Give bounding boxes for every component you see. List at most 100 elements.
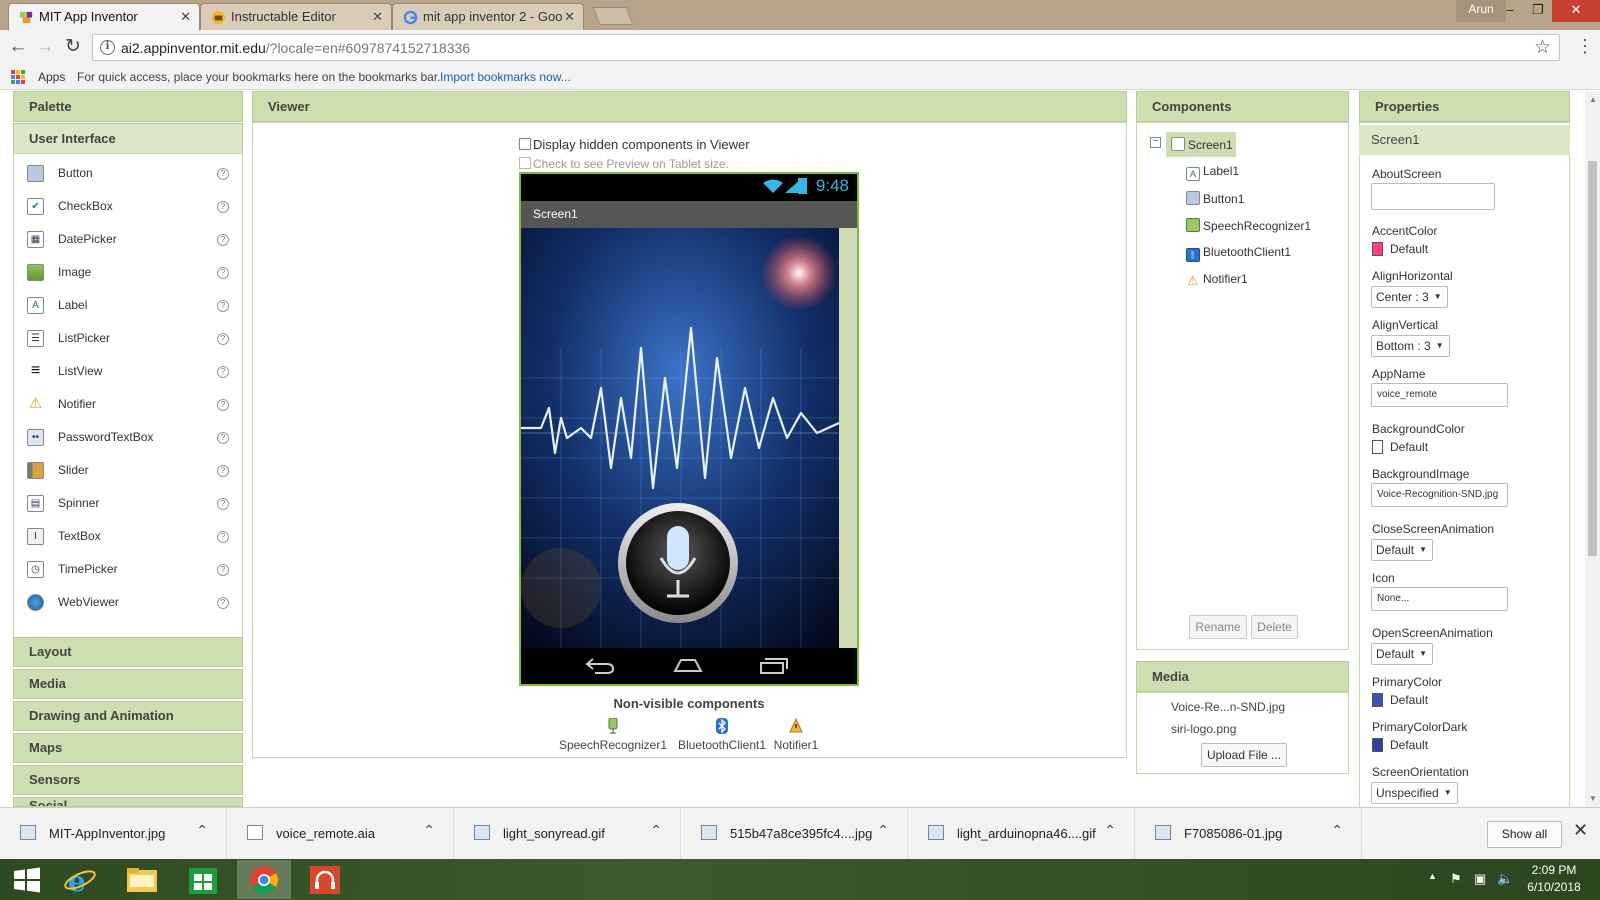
palette-item-label[interactable]: A Label ? bbox=[14, 289, 242, 322]
taskbar-headphones-app[interactable] bbox=[298, 860, 352, 899]
palette-item-notifier[interactable]: ⚠ Notifier ? bbox=[14, 388, 242, 421]
palette-item-datepicker[interactable]: ▦ DatePicker ? bbox=[14, 223, 242, 256]
url-text[interactable]: ai2.appinventor.mit.edu/?locale=en#60978… bbox=[121, 40, 470, 56]
palette-item-listview[interactable]: ≡ ListView ? bbox=[14, 355, 242, 388]
nonvisible-bluetoothclient[interactable]: BluetoothClient1 bbox=[672, 718, 772, 752]
url-field[interactable]: i ai2.appinventor.mit.edu/?locale=en#609… bbox=[92, 34, 1560, 61]
primarycolordark-picker[interactable]: Default bbox=[1372, 738, 1428, 752]
tab-close-icon[interactable]: ✕ bbox=[180, 4, 191, 30]
closescreenanimation-select[interactable]: Default ▼ bbox=[1371, 539, 1434, 561]
forward-arrow-icon[interactable]: → bbox=[33, 35, 57, 59]
help-icon[interactable]: ? bbox=[217, 564, 229, 576]
checkbox-square[interactable] bbox=[519, 157, 531, 169]
download-item[interactable]: F7085086-01.jpg ⌃ bbox=[1135, 808, 1362, 860]
alignhorizontal-select[interactable]: Center : 3 ▼ bbox=[1371, 286, 1448, 308]
minimize-icon[interactable]: – bbox=[1496, 0, 1524, 22]
close-downloads-icon[interactable]: ✕ bbox=[1573, 820, 1588, 841]
scroll-up-icon[interactable]: ▲ bbox=[1589, 95, 1597, 104]
openscreenanimation-select[interactable]: Default ▼ bbox=[1371, 643, 1434, 665]
taskbar-internet-explorer[interactable]: e bbox=[54, 860, 108, 899]
tab-instructable-editor[interactable]: Instructable Editor ✕ bbox=[200, 3, 392, 30]
action-center-flag-icon[interactable]: ⚑ bbox=[1450, 871, 1462, 887]
palette-item-slider[interactable]: Slider ? bbox=[14, 454, 242, 487]
palette-item-passwordtextbox[interactable]: •• PasswordTextBox ? bbox=[14, 421, 242, 454]
taskbar-store[interactable] bbox=[176, 860, 230, 899]
bookmark-star-icon[interactable]: ☆ bbox=[1534, 36, 1551, 59]
help-icon[interactable]: ? bbox=[217, 465, 229, 477]
download-item[interactable]: MIT-AppInventor.jpg ⌃ bbox=[0, 808, 227, 860]
display-hidden-checkbox[interactable]: Display hidden components in Viewer bbox=[519, 137, 750, 152]
show-all-downloads-button[interactable]: Show all bbox=[1487, 821, 1562, 848]
help-icon[interactable]: ? bbox=[217, 300, 229, 312]
start-button[interactable] bbox=[0, 860, 54, 899]
nonvisible-speechrecognizer[interactable]: SpeechRecognizer1 bbox=[557, 718, 669, 752]
tree-item-speechrecognizer1[interactable]: SpeechRecognizer1 bbox=[1186, 218, 1311, 233]
help-icon[interactable]: ? bbox=[217, 498, 229, 510]
restore-icon[interactable]: ❐ bbox=[1524, 0, 1552, 22]
download-item[interactable]: voice_remote.aia ⌃ bbox=[227, 808, 454, 860]
scroll-down-icon[interactable]: ▼ bbox=[1589, 794, 1597, 803]
recents-nav-icon[interactable] bbox=[759, 655, 789, 675]
tab-google-search[interactable]: mit app inventor 2 - Goo ✕ bbox=[392, 3, 584, 30]
help-icon[interactable]: ? bbox=[217, 201, 229, 213]
network-icon[interactable]: ▣ bbox=[1474, 871, 1486, 887]
help-icon[interactable]: ? bbox=[217, 531, 229, 543]
taskbar-clock[interactable]: 2:09 PM 6/10/2018 bbox=[1520, 862, 1588, 896]
chevron-up-icon[interactable]: ⌃ bbox=[650, 822, 662, 839]
media-file-siri-logo[interactable]: siri-logo.png bbox=[1171, 722, 1236, 736]
upload-file-button[interactable]: Upload File ... bbox=[1201, 743, 1287, 767]
tab-mit-app-inventor[interactable]: MIT App Inventor ✕ bbox=[8, 3, 200, 30]
help-icon[interactable]: ? bbox=[217, 597, 229, 609]
apps-shortcut[interactable]: Apps bbox=[38, 70, 65, 84]
palette-item-textbox[interactable]: I TextBox ? bbox=[14, 520, 242, 553]
chevron-up-icon[interactable]: ⌃ bbox=[1104, 822, 1116, 839]
browser-menu-icon[interactable]: ⋮ bbox=[1576, 36, 1594, 57]
reload-icon[interactable]: ↻ bbox=[61, 35, 85, 59]
palette-item-image[interactable]: Image ? bbox=[14, 256, 242, 289]
tab-close-icon[interactable]: ✕ bbox=[372, 4, 383, 30]
voice-recognition-background-image[interactable] bbox=[521, 228, 839, 648]
palette-group-layout[interactable]: Layout bbox=[13, 637, 243, 667]
taskbar-chrome[interactable] bbox=[237, 860, 291, 899]
help-icon[interactable]: ? bbox=[217, 234, 229, 246]
page-scrollbar[interactable]: ▲ ▼ bbox=[1585, 91, 1600, 807]
import-bookmarks-link[interactable]: Import bookmarks now... bbox=[440, 70, 571, 84]
taskbar-file-explorer[interactable] bbox=[115, 860, 169, 899]
palette-item-timepicker[interactable]: ◷ TimePicker ? bbox=[14, 553, 242, 586]
chevron-up-icon[interactable]: ⌃ bbox=[1331, 822, 1343, 839]
backgroundimage-input[interactable]: Voice-Recognition-SND.jpg bbox=[1371, 483, 1508, 507]
volume-icon[interactable]: 🔈 bbox=[1497, 871, 1513, 887]
tree-item-button1[interactable]: Button1 bbox=[1186, 191, 1244, 206]
info-icon[interactable]: i bbox=[100, 40, 115, 55]
palette-item-webviewer[interactable]: WebViewer ? bbox=[14, 586, 242, 619]
window-close-icon[interactable]: ✕ bbox=[1552, 0, 1600, 22]
help-icon[interactable]: ? bbox=[217, 168, 229, 180]
checkbox-square[interactable] bbox=[519, 138, 531, 150]
tablet-preview-checkbox[interactable]: Check to see Preview on Tablet size. bbox=[519, 157, 729, 171]
tree-item-screen1[interactable]: Screen1 bbox=[1171, 137, 1233, 152]
chevron-up-icon[interactable]: ⌃ bbox=[196, 822, 208, 839]
alignvertical-select[interactable]: Bottom : 3 ▼ bbox=[1371, 335, 1450, 357]
chevron-up-icon[interactable]: ⌃ bbox=[877, 822, 889, 839]
aboutscreen-textarea[interactable] bbox=[1371, 183, 1495, 210]
download-item[interactable]: light_sonyread.gif ⌃ bbox=[454, 808, 681, 860]
back-arrow-icon[interactable]: ← bbox=[6, 35, 30, 59]
help-icon[interactable]: ? bbox=[217, 399, 229, 411]
apps-grid-icon[interactable] bbox=[11, 70, 25, 84]
palette-category-user-interface[interactable]: User Interface bbox=[13, 123, 243, 154]
tray-chevron-icon[interactable]: ▲ bbox=[1428, 871, 1437, 881]
new-tab-button[interactable] bbox=[592, 7, 634, 25]
screenorientation-select[interactable]: Unspecified ▼ bbox=[1371, 782, 1458, 804]
home-nav-icon[interactable] bbox=[673, 655, 703, 675]
back-nav-icon[interactable] bbox=[585, 655, 615, 675]
palette-item-spinner[interactable]: ▤ Spinner ? bbox=[14, 487, 242, 520]
primarycolor-picker[interactable]: Default bbox=[1372, 693, 1428, 707]
rename-button[interactable]: Rename bbox=[1189, 615, 1247, 639]
chevron-up-icon[interactable]: ⌃ bbox=[423, 822, 435, 839]
palette-group-media[interactable]: Media bbox=[13, 669, 243, 699]
palette-group-social[interactable]: Social bbox=[13, 797, 243, 807]
help-icon[interactable]: ? bbox=[217, 366, 229, 378]
palette-item-button[interactable]: Button ? bbox=[14, 157, 242, 190]
download-item[interactable]: 515b47a8ce395fc4....jpg ⌃ bbox=[681, 808, 908, 860]
backgroundcolor-picker[interactable]: Default bbox=[1372, 440, 1428, 454]
